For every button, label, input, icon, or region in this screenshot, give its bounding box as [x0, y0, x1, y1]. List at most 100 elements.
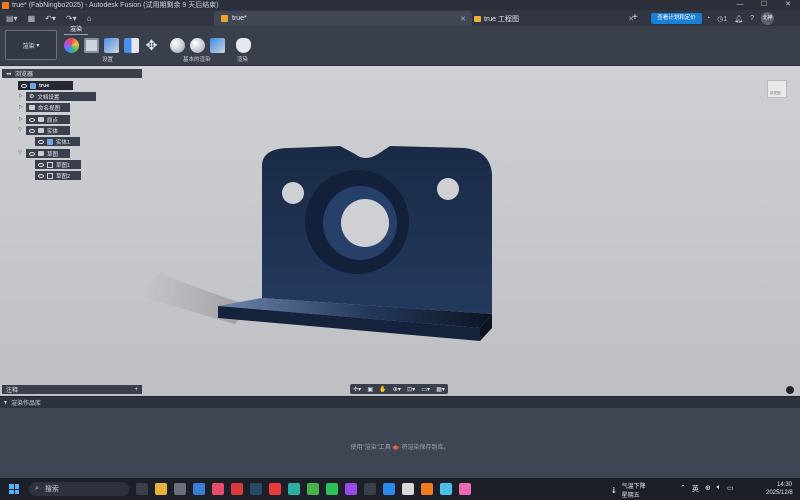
viewcube[interactable]: 前视图	[767, 80, 787, 98]
workspace-switcher[interactable]: 渲染 ▾	[5, 30, 57, 60]
pan-icon[interactable]: ✋	[379, 386, 386, 393]
render-gallery-header[interactable]: ▾ 渲染作品库	[0, 397, 800, 408]
mail-icon[interactable]	[193, 483, 205, 495]
drawing-icon	[474, 15, 481, 22]
browser-item-sketch1[interactable]: 草图1	[35, 160, 81, 169]
display-settings-icon[interactable]: ▭▾	[421, 386, 430, 393]
browser-item-sketch2[interactable]: 草图2	[35, 171, 81, 180]
file-menu-icon[interactable]: ▤▾	[6, 14, 18, 23]
collapse-icon[interactable]: ◂◂	[6, 71, 11, 77]
right-bolt-hole	[437, 178, 459, 200]
visibility-icon[interactable]	[21, 83, 27, 88]
appearance-icon[interactable]	[64, 38, 79, 53]
canvas-viewport[interactable]	[0, 66, 800, 396]
scene-settings-icon[interactable]	[84, 38, 99, 53]
look-at-icon[interactable]: ▣	[367, 386, 373, 393]
visibility-icon[interactable]	[29, 117, 35, 122]
group-in-canvas-render[interactable]: 基本的渲染	[183, 55, 211, 63]
zoom-icon[interactable]: ⊕▾	[393, 386, 401, 393]
hidden-icon[interactable]	[38, 173, 44, 178]
chrome-icon[interactable]	[307, 483, 319, 495]
browser-root-true[interactable]: true	[18, 81, 73, 90]
redo-icon[interactable]: ↷▾	[66, 14, 77, 23]
weather-widget[interactable]: 🌡︎ 气温下降 星期五	[610, 481, 646, 499]
maximize-button[interactable]: ☐	[752, 0, 776, 10]
tab-render[interactable]: 渲染	[64, 26, 89, 35]
decal-icon[interactable]	[124, 38, 139, 53]
upgrade-button[interactable]: 查看计划和定价	[651, 13, 702, 24]
job-status-icon[interactable]: ◔	[706, 15, 710, 22]
start-icon[interactable]	[9, 484, 19, 494]
taskbar-search[interactable]: ⌕ 搜索	[29, 482, 129, 496]
visibility-icon[interactable]	[38, 139, 44, 144]
vscode-icon[interactable]	[383, 483, 395, 495]
browser-item-bodies[interactable]: 实体	[26, 126, 70, 135]
app6-icon[interactable]	[459, 483, 471, 495]
save-icon[interactable]: ▦	[28, 14, 36, 23]
texture-map-icon[interactable]	[104, 38, 119, 53]
close-button[interactable]: ✕	[776, 0, 800, 10]
volume-icon[interactable]: 🔈︎	[717, 484, 721, 494]
visibility-icon[interactable]	[29, 151, 35, 156]
edge-icon[interactable]	[288, 483, 300, 495]
tab-true[interactable]: true* ✕	[214, 11, 472, 26]
expand-arrow-icon[interactable]: ▷	[19, 116, 23, 122]
in-canvas-settings-icon[interactable]	[190, 38, 205, 53]
help-icon[interactable]: ?	[750, 15, 754, 22]
grid-icon[interactable]: ▦▾	[436, 386, 445, 393]
collapse-arrow-icon[interactable]: ▽	[18, 150, 22, 156]
network-icon[interactable]: ⊕	[705, 484, 711, 494]
clock[interactable]: 14:30 2025/12/8	[766, 481, 793, 497]
tab-drawing[interactable]: true 工程图 ✕	[472, 11, 640, 26]
wechat-icon[interactable]	[326, 483, 338, 495]
close-tab-icon[interactable]: ✕	[460, 15, 466, 23]
expand-arrow-icon[interactable]: ▷	[19, 93, 23, 99]
notes-panel[interactable]: 注释 +	[2, 385, 142, 394]
group-setup[interactable]: 设置	[102, 55, 113, 63]
bell-icon[interactable]: 🔔︎	[734, 15, 743, 23]
browser-header[interactable]: ◂◂ 浏览器	[2, 69, 142, 78]
add-note-icon[interactable]: +	[134, 387, 138, 393]
gear-icon: ⚙	[29, 94, 35, 100]
battery-icon[interactable]: ▭	[727, 484, 734, 494]
language-indicator[interactable]: 英	[692, 484, 699, 494]
chevron-up-icon[interactable]: ⌃	[680, 484, 686, 494]
teapot-render-icon[interactable]	[236, 38, 251, 53]
task-view-icon[interactable]	[136, 483, 148, 495]
minimize-button[interactable]: —	[728, 0, 752, 10]
fusion-taskbar-icon[interactable]	[421, 483, 433, 495]
youdao-icon[interactable]	[269, 483, 281, 495]
visibility-icon[interactable]	[29, 128, 35, 133]
capture-image-icon[interactable]	[210, 38, 225, 53]
home-icon[interactable]: ⌂	[87, 14, 92, 23]
app5-icon[interactable]	[440, 483, 452, 495]
file-explorer-icon[interactable]	[155, 483, 167, 495]
move-icon[interactable]: ✥	[144, 38, 159, 53]
fit-icon[interactable]: ⊡▾	[407, 386, 415, 393]
new-tab-button[interactable]: +	[632, 12, 638, 23]
steam-icon[interactable]	[250, 483, 262, 495]
notification-count[interactable]: ◷1	[717, 15, 727, 23]
app-icon[interactable]	[174, 483, 186, 495]
netease-icon[interactable]	[231, 483, 243, 495]
collapse-arrow-icon[interactable]: ▽	[18, 127, 22, 133]
hidden-icon[interactable]	[38, 162, 44, 167]
avatar[interactable]: 北神	[761, 12, 775, 25]
in-canvas-render-icon[interactable]	[170, 38, 185, 53]
group-render[interactable]: 渲染	[237, 55, 248, 63]
collapse-icon[interactable]: ▾	[4, 399, 7, 406]
browser-item-named-views[interactable]: 命名视图	[26, 103, 70, 112]
app2-icon[interactable]	[345, 483, 357, 495]
browser-item-body1[interactable]: 实体1	[35, 137, 80, 146]
browser-item-origin[interactable]: 原点	[26, 115, 70, 124]
browser-item-doc-settings[interactable]: ⚙ 文档设置	[26, 92, 96, 101]
store-icon[interactable]	[212, 483, 224, 495]
app3-icon[interactable]	[364, 483, 376, 495]
model-3d[interactable]	[0, 66, 800, 396]
browser-item-sketches[interactable]: 草图	[26, 149, 70, 158]
expand-arrow-icon[interactable]: ▷	[19, 104, 23, 110]
app4-icon[interactable]	[402, 483, 414, 495]
undo-icon[interactable]: ↶▾	[45, 14, 56, 23]
orbit-icon[interactable]: ✣▾	[353, 386, 361, 393]
marking-menu-icon[interactable]	[786, 386, 794, 394]
